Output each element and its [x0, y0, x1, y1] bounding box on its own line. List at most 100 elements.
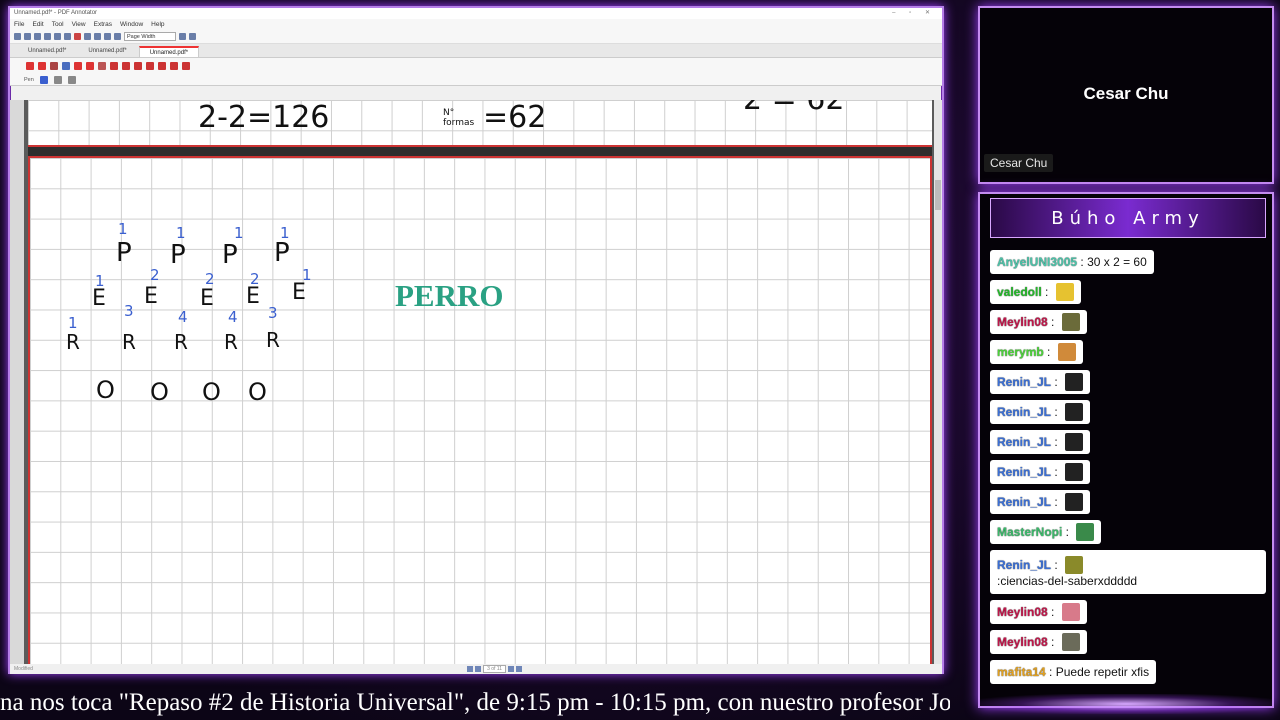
tab-document-1[interactable]: Unnamed.pdf*: [18, 46, 76, 57]
pen-color-icon[interactable]: [39, 75, 48, 84]
camera-placeholder-name: Cesar Chu: [1083, 84, 1169, 103]
chat-message: valedoll :: [990, 280, 1081, 304]
cut-icon[interactable]: [54, 33, 61, 40]
menu-edit[interactable]: Edit: [32, 21, 43, 28]
chat-message: Meylin08 :: [990, 630, 1087, 654]
document-canvas[interactable]: 2-2=126 N° formas =62 2 = 62 1 1 1 1 P P…: [10, 100, 942, 664]
chat-colon: :: [1051, 465, 1062, 479]
letter-r: R: [224, 330, 238, 354]
chat-message: Meylin08 :: [990, 310, 1087, 334]
menu-view[interactable]: View: [72, 21, 86, 28]
chat-message: Renin_JL :: [990, 370, 1091, 394]
menu-file[interactable]: File: [14, 21, 24, 28]
zoom-in-icon[interactable]: [179, 33, 186, 40]
marker-icon[interactable]: [74, 62, 82, 70]
chat-username[interactable]: AnyelUNI3005: [997, 255, 1077, 269]
chat-username[interactable]: Meylin08: [997, 635, 1048, 649]
stamp-icon[interactable]: [98, 62, 106, 70]
eraser-icon[interactable]: [158, 62, 166, 70]
magnifier-icon[interactable]: [50, 62, 58, 70]
page-number-field[interactable]: 3 of 11: [483, 665, 506, 673]
zoom-out-icon[interactable]: [114, 33, 121, 40]
arrow-icon[interactable]: [122, 62, 130, 70]
line-icon[interactable]: [110, 62, 118, 70]
chat-username[interactable]: Meylin08: [997, 315, 1048, 329]
chat-message: Renin_JL :: [990, 490, 1091, 514]
emote-icon: [1076, 523, 1095, 541]
chat-panel: Búho Army AnyelUNI3005 : 30 x 2 = 60 vale…: [978, 192, 1274, 708]
chat-username[interactable]: mafita14: [997, 665, 1046, 679]
pen-label: Pen: [24, 76, 34, 83]
count-label: 4: [228, 308, 238, 326]
letter-e: E: [292, 280, 306, 305]
letter-e: E: [92, 286, 106, 311]
copy-icon[interactable]: [64, 33, 71, 40]
equation-3: 2 = 62: [743, 100, 844, 117]
select-icon[interactable]: [26, 62, 34, 70]
chat-colon: :: [1047, 315, 1058, 329]
heart-icon[interactable]: [182, 62, 190, 70]
open-icon[interactable]: [24, 33, 31, 40]
letter-e: E: [246, 284, 260, 309]
page-current[interactable]: 1 1 1 1 P P P P 1 2 2 2 1 E E E E E 1 3 …: [28, 156, 932, 664]
chat-colon: :: [1045, 665, 1056, 679]
menu-extras[interactable]: Extras: [94, 21, 112, 28]
tab-document-2[interactable]: Unnamed.pdf*: [78, 46, 136, 57]
chat-title: Búho Army: [990, 198, 1266, 238]
pen-style-icon[interactable]: [67, 75, 76, 84]
chat-username[interactable]: MasterNopi: [997, 525, 1062, 539]
emote-icon: [1065, 403, 1084, 421]
pen-tool-icon[interactable]: [62, 62, 70, 70]
menu-tool[interactable]: Tool: [52, 21, 64, 28]
chat-text: Puede repetir xfis: [1055, 665, 1150, 679]
undo-icon[interactable]: [84, 33, 91, 40]
letter-p: P: [274, 238, 290, 268]
scrollbar-thumb[interactable]: [935, 180, 941, 210]
print-icon[interactable]: [44, 33, 51, 40]
hand-icon[interactable]: [104, 33, 111, 40]
pen-width-icon[interactable]: [53, 75, 62, 84]
chat-username[interactable]: valedoll: [997, 285, 1042, 299]
document-tabs: Unnamed.pdf* Unnamed.pdf* Unnamed.pdf*: [10, 44, 942, 58]
new-icon[interactable]: [14, 33, 21, 40]
delete-icon[interactable]: [74, 33, 81, 40]
ellipse-icon[interactable]: [146, 62, 154, 70]
link-icon[interactable]: [170, 62, 178, 70]
chat-username[interactable]: Renin_JL: [997, 405, 1051, 419]
emote-icon: [1065, 493, 1084, 511]
fit-icon[interactable]: [189, 33, 196, 40]
redo-icon[interactable]: [94, 33, 101, 40]
emote-icon: [1065, 373, 1084, 391]
tab-document-3[interactable]: Unnamed.pdf*: [138, 46, 200, 57]
menu-window[interactable]: Window: [120, 21, 143, 28]
chat-colon: :: [1051, 558, 1062, 572]
left-panel-strip: [10, 100, 24, 664]
text-tool-icon[interactable]: [86, 62, 94, 70]
menu-bar: File Edit Tool View Extras Window Help: [10, 19, 942, 30]
save-icon[interactable]: [34, 33, 41, 40]
chat-colon: :: [1051, 495, 1062, 509]
chat-message: Renin_JL :: [990, 400, 1091, 424]
menu-help[interactable]: Help: [151, 21, 164, 28]
window-controls[interactable]: – ▫ ✕: [892, 8, 942, 19]
page-previous[interactable]: 2-2=126 N° formas =62 2 = 62: [28, 100, 932, 147]
status-modified: Modified: [14, 666, 33, 672]
chat-username[interactable]: Meylin08: [997, 605, 1048, 619]
rectangle-icon[interactable]: [134, 62, 142, 70]
chat-username[interactable]: Renin_JL: [997, 435, 1051, 449]
chat-username[interactable]: Renin_JL: [997, 495, 1051, 509]
last-page-icon[interactable]: [516, 666, 522, 672]
prev-page-icon[interactable]: [475, 666, 482, 672]
chat-username[interactable]: merymb: [997, 345, 1044, 359]
first-page-icon[interactable]: [467, 666, 474, 672]
chat-username[interactable]: Renin_JL: [997, 465, 1051, 479]
next-page-icon[interactable]: [508, 666, 514, 672]
letter-e: E: [200, 286, 214, 311]
pdf-annotator-window: Unnamed.pdf* - PDF Annotator – ▫ ✕ File …: [8, 6, 944, 674]
window-title: Unnamed.pdf* - PDF Annotator: [14, 10, 98, 16]
chat-username[interactable]: Renin_JL: [997, 558, 1051, 572]
chat-username[interactable]: Renin_JL: [997, 375, 1051, 389]
zoom-select[interactable]: Page Width: [124, 32, 176, 41]
count-label: 2: [150, 266, 160, 284]
hand-tool-icon[interactable]: [38, 62, 46, 70]
